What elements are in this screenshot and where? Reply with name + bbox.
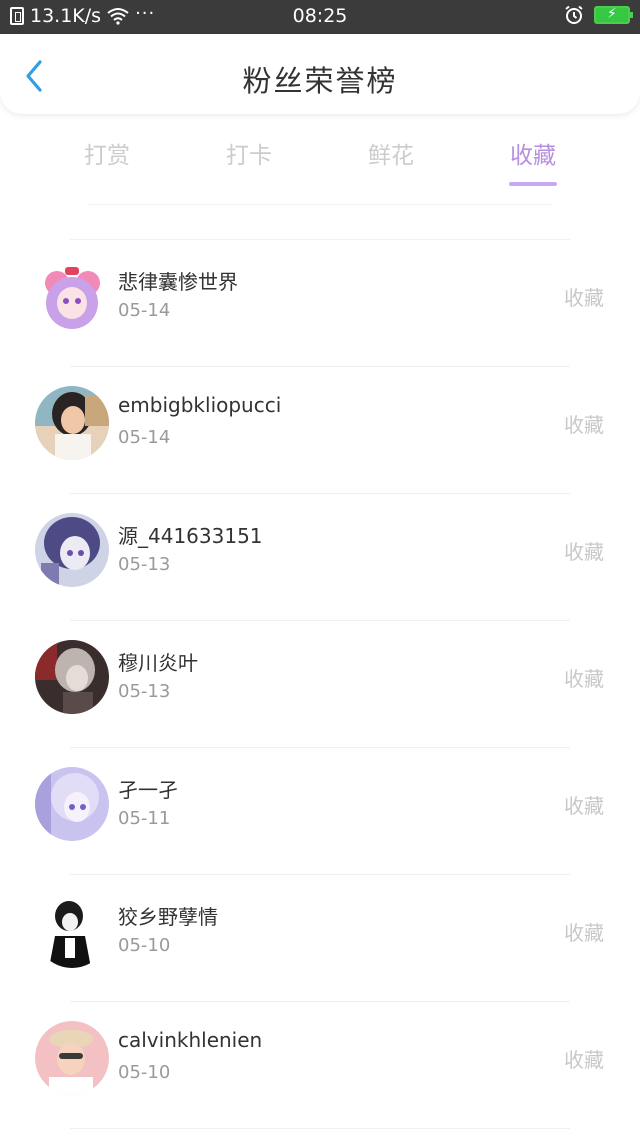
tab-bar: 打赏 打卡 鲜花 收藏: [0, 130, 640, 190]
fan-date: 05-13: [118, 554, 171, 575]
anime-purple-avatar[interactable]: [35, 513, 109, 587]
fan-name: 悲律囊惨世界: [118, 270, 238, 294]
fan-name: 源_441633151: [118, 524, 263, 548]
list-item[interactable]: 源_441633151 05-13 收藏: [0, 494, 640, 621]
tab-checkin[interactable]: 打卡: [199, 136, 299, 170]
tab-flowers[interactable]: 鲜花: [341, 136, 441, 170]
fan-name: 孑一孑: [118, 778, 178, 802]
fan-name: embigbkliopucci: [118, 393, 282, 417]
status-bar: 13.1K/s ··· 08:25 ⚡: [0, 0, 640, 34]
fan-date: 05-14: [118, 300, 171, 321]
tab-favorites[interactable]: 收藏: [483, 136, 583, 186]
dark-anime-avatar[interactable]: [35, 640, 109, 714]
fan-date: 05-11: [118, 808, 171, 829]
anime-girl-pink-avatar[interactable]: [35, 259, 109, 333]
fan-date: 05-13: [118, 681, 171, 702]
fan-date: 05-14: [118, 427, 171, 448]
status-right: ⚡: [564, 5, 633, 25]
photo-girl-avatar[interactable]: [35, 386, 109, 460]
list-item[interactable]: 悲律囊惨世界 05-14 收藏: [0, 240, 640, 367]
fan-name: 穆川炎叶: [118, 651, 198, 675]
fan-date: 05-10: [118, 935, 171, 956]
favorite-action[interactable]: 收藏: [564, 790, 604, 819]
tab-favorites-label: 收藏: [510, 143, 556, 169]
tab-reward[interactable]: 打赏: [57, 136, 157, 170]
list-item[interactable]: embigbkliopucci 05-14 收藏: [0, 367, 640, 494]
fan-date: 05-10: [118, 1062, 171, 1083]
favorite-action[interactable]: 收藏: [564, 282, 604, 311]
favorite-action[interactable]: 收藏: [564, 536, 604, 565]
active-tab-indicator: [509, 182, 557, 186]
list-item[interactable]: calvinkhlenien 05-10 收藏: [0, 1002, 640, 1129]
favorite-action[interactable]: 收藏: [564, 663, 604, 692]
favorite-action[interactable]: 收藏: [564, 409, 604, 438]
anime-lilac-avatar[interactable]: [35, 767, 109, 841]
alarm-icon: [565, 5, 583, 24]
favorite-action[interactable]: 收藏: [564, 917, 604, 946]
list-item[interactable]: 狡乡野孽情 05-10 收藏: [0, 875, 640, 1002]
photo-boy-avatar[interactable]: [35, 1021, 109, 1095]
status-time: 08:25: [292, 5, 348, 27]
divider: [88, 204, 552, 205]
header-bar: 粉丝荣誉榜: [0, 34, 640, 114]
page-title: 粉丝荣誉榜: [242, 64, 398, 98]
battery-charging-icon: ⚡: [594, 6, 633, 24]
list-item[interactable]: 穆川炎叶 05-13 收藏: [0, 621, 640, 748]
favorite-action[interactable]: 收藏: [564, 1044, 604, 1073]
row-divider: [70, 1128, 570, 1129]
list-item[interactable]: 孑一孑 05-11 收藏: [0, 748, 640, 875]
fan-name: calvinkhlenien: [118, 1028, 263, 1052]
sketch-boy-avatar[interactable]: [35, 894, 109, 968]
fan-name: 狡乡野孽情: [118, 905, 218, 929]
